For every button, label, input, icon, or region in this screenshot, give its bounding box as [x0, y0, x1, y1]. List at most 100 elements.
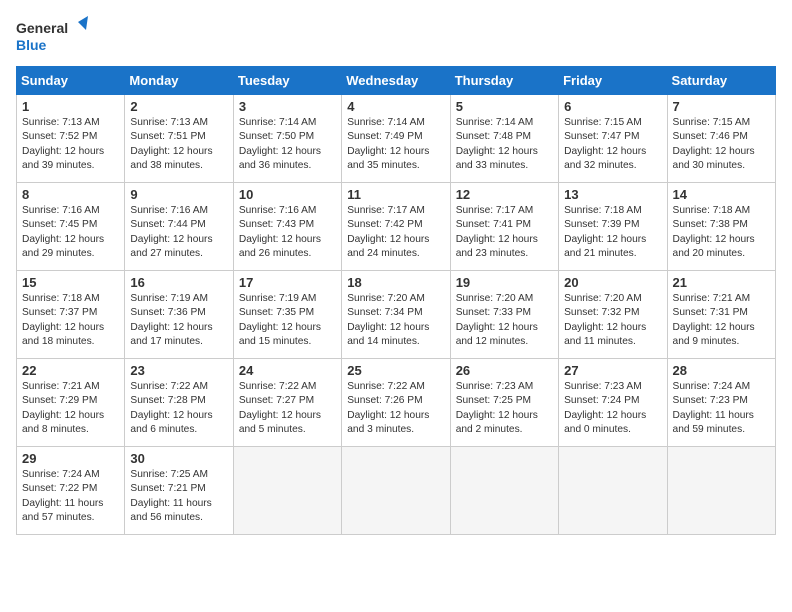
weekday-header: Thursday [450, 67, 558, 95]
day-info: Sunrise: 7:21 AMSunset: 7:29 PMDaylight:… [22, 380, 119, 437]
weekday-header: Saturday [667, 67, 775, 95]
day-info: Sunrise: 7:16 AMSunset: 7:43 PMDaylight:… [239, 204, 336, 261]
calendar-cell: 4Sunrise: 7:14 AMSunset: 7:49 PMDaylight… [342, 95, 450, 183]
day-info: Sunrise: 7:22 AMSunset: 7:27 PMDaylight:… [239, 380, 336, 437]
day-info: Sunrise: 7:15 AMSunset: 7:46 PMDaylight:… [673, 116, 770, 173]
day-info: Sunrise: 7:18 AMSunset: 7:37 PMDaylight:… [22, 292, 119, 349]
day-number: 10 [239, 187, 336, 202]
calendar-cell [667, 447, 775, 535]
calendar-cell: 15 Sunrise: 7:18 AMSunset: 7:37 PMDayligh… [17, 271, 125, 359]
page-header: General Blue [16, 16, 776, 56]
calendar-cell: 30 Sunrise: 7:25 AMSunset: 7:21 PMDayligh… [125, 447, 233, 535]
day-info: Sunrise: 7:16 AMSunset: 7:44 PMDaylight:… [130, 204, 227, 261]
day-info: Sunrise: 7:18 AMSunset: 7:39 PMDaylight:… [564, 204, 661, 261]
calendar-cell: 1 Sunrise: 7:13 AMSunset: 7:52 PMDaylight… [17, 95, 125, 183]
day-number: 15 [22, 275, 119, 290]
calendar-table: SundayMondayTuesdayWednesdayThursdayFrid… [16, 66, 776, 535]
day-info: Sunrise: 7:13 AMSunset: 7:52 PMDaylight:… [22, 116, 119, 173]
day-info: Sunrise: 7:23 AMSunset: 7:25 PMDaylight:… [456, 380, 553, 437]
calendar-cell: 19 Sunrise: 7:20 AMSunset: 7:33 PMDayligh… [450, 271, 558, 359]
weekday-header: Wednesday [342, 67, 450, 95]
calendar-cell: 9Sunrise: 7:16 AMSunset: 7:44 PMDaylight… [125, 183, 233, 271]
day-number: 24 [239, 363, 336, 378]
day-number: 5 [456, 99, 553, 114]
day-info: Sunrise: 7:20 AMSunset: 7:34 PMDaylight:… [347, 292, 444, 349]
calendar-cell: 8 Sunrise: 7:16 AMSunset: 7:45 PMDaylight… [17, 183, 125, 271]
calendar-cell: 13Sunrise: 7:18 AMSunset: 7:39 PMDayligh… [559, 183, 667, 271]
calendar-cell: 3 Sunrise: 7:14 AMSunset: 7:50 PMDaylight… [233, 95, 341, 183]
calendar-cell: 29 Sunrise: 7:24 AMSunset: 7:22 PMDayligh… [17, 447, 125, 535]
calendar-cell [342, 447, 450, 535]
day-info: Sunrise: 7:14 AMSunset: 7:50 PMDaylight:… [239, 116, 336, 173]
day-number: 16 [130, 275, 227, 290]
day-info: Sunrise: 7:23 AMSunset: 7:24 PMDaylight:… [564, 380, 661, 437]
day-info: Sunrise: 7:18 AMSunset: 7:38 PMDaylight:… [673, 204, 770, 261]
day-number: 17 [239, 275, 336, 290]
day-info: Sunrise: 7:17 AMSunset: 7:41 PMDaylight:… [456, 204, 553, 261]
day-info: Sunrise: 7:25 AMSunset: 7:21 PMDaylight:… [130, 468, 227, 525]
day-number: 26 [456, 363, 553, 378]
calendar-cell: 22 Sunrise: 7:21 AMSunset: 7:29 PMDayligh… [17, 359, 125, 447]
calendar-cell: 20 Sunrise: 7:20 AMSunset: 7:32 PMDayligh… [559, 271, 667, 359]
svg-text:Blue: Blue [16, 37, 47, 53]
day-info: Sunrise: 7:24 AMSunset: 7:23 PMDaylight:… [673, 380, 770, 437]
day-number: 22 [22, 363, 119, 378]
calendar-cell: 28 Sunrise: 7:24 AMSunset: 7:23 PMDayligh… [667, 359, 775, 447]
day-number: 11 [347, 187, 444, 202]
calendar-cell: 27Sunrise: 7:23 AMSunset: 7:24 PMDayligh… [559, 359, 667, 447]
calendar-cell: 25Sunrise: 7:22 AMSunset: 7:26 PMDayligh… [342, 359, 450, 447]
day-info: Sunrise: 7:21 AMSunset: 7:31 PMDaylight:… [673, 292, 770, 349]
day-number: 25 [347, 363, 444, 378]
svg-text:General: General [16, 20, 68, 36]
day-info: Sunrise: 7:14 AMSunset: 7:48 PMDaylight:… [456, 116, 553, 173]
day-number: 19 [456, 275, 553, 290]
day-number: 20 [564, 275, 661, 290]
day-info: Sunrise: 7:20 AMSunset: 7:33 PMDaylight:… [456, 292, 553, 349]
calendar-cell: 17 Sunrise: 7:19 AMSunset: 7:35 PMDayligh… [233, 271, 341, 359]
calendar-cell [559, 447, 667, 535]
day-number: 30 [130, 451, 227, 466]
day-number: 21 [673, 275, 770, 290]
day-info: Sunrise: 7:20 AMSunset: 7:32 PMDaylight:… [564, 292, 661, 349]
weekday-header: Monday [125, 67, 233, 95]
weekday-header: Tuesday [233, 67, 341, 95]
calendar-cell: 14 Sunrise: 7:18 AMSunset: 7:38 PMDayligh… [667, 183, 775, 271]
day-number: 7 [673, 99, 770, 114]
calendar-cell [233, 447, 341, 535]
calendar-cell: 24 Sunrise: 7:22 AMSunset: 7:27 PMDayligh… [233, 359, 341, 447]
calendar-cell: 21 Sunrise: 7:21 AMSunset: 7:31 PMDayligh… [667, 271, 775, 359]
day-number: 2 [130, 99, 227, 114]
calendar-cell: 12 Sunrise: 7:17 AMSunset: 7:41 PMDayligh… [450, 183, 558, 271]
day-info: Sunrise: 7:19 AMSunset: 7:36 PMDaylight:… [130, 292, 227, 349]
calendar-cell: 16 Sunrise: 7:19 AMSunset: 7:36 PMDayligh… [125, 271, 233, 359]
calendar-cell: 23Sunrise: 7:22 AMSunset: 7:28 PMDayligh… [125, 359, 233, 447]
day-number: 6 [564, 99, 661, 114]
calendar-cell: 6 Sunrise: 7:15 AMSunset: 7:47 PMDaylight… [559, 95, 667, 183]
day-number: 4 [347, 99, 444, 114]
logo: General Blue [16, 16, 88, 56]
day-info: Sunrise: 7:24 AMSunset: 7:22 PMDaylight:… [22, 468, 119, 525]
day-number: 14 [673, 187, 770, 202]
calendar-cell: 26 Sunrise: 7:23 AMSunset: 7:25 PMDayligh… [450, 359, 558, 447]
day-number: 29 [22, 451, 119, 466]
calendar-cell: 7 Sunrise: 7:15 AMSunset: 7:46 PMDaylight… [667, 95, 775, 183]
day-info: Sunrise: 7:16 AMSunset: 7:45 PMDaylight:… [22, 204, 119, 261]
calendar-cell: 5 Sunrise: 7:14 AMSunset: 7:48 PMDaylight… [450, 95, 558, 183]
weekday-header: Sunday [17, 67, 125, 95]
day-number: 23 [130, 363, 227, 378]
calendar-cell: 18 Sunrise: 7:20 AMSunset: 7:34 PMDayligh… [342, 271, 450, 359]
calendar-cell: 11 Sunrise: 7:17 AMSunset: 7:42 PMDayligh… [342, 183, 450, 271]
day-info: Sunrise: 7:19 AMSunset: 7:35 PMDaylight:… [239, 292, 336, 349]
weekday-header: Friday [559, 67, 667, 95]
day-number: 28 [673, 363, 770, 378]
logo-icon: General Blue [16, 16, 88, 56]
calendar-cell [450, 447, 558, 535]
calendar-cell: 10 Sunrise: 7:16 AMSunset: 7:43 PMDayligh… [233, 183, 341, 271]
day-number: 12 [456, 187, 553, 202]
day-info: Sunrise: 7:15 AMSunset: 7:47 PMDaylight:… [564, 116, 661, 173]
day-number: 8 [22, 187, 119, 202]
day-number: 3 [239, 99, 336, 114]
day-info: Sunrise: 7:17 AMSunset: 7:42 PMDaylight:… [347, 204, 444, 261]
day-number: 18 [347, 275, 444, 290]
day-number: 1 [22, 99, 119, 114]
